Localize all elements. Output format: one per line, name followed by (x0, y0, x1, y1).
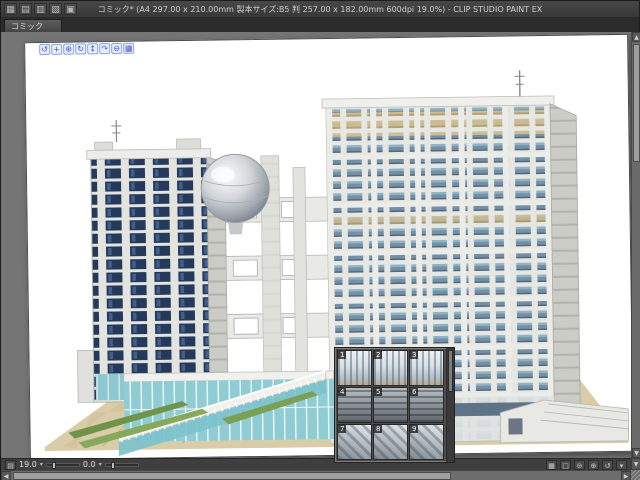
app-window: ▦ ▤ ▥ ▧ ▣ コミック* (A4 297.00 x 210.00mm 製本… (0, 0, 640, 480)
tab-bar: コミック (1, 18, 639, 32)
preset-scrollbar[interactable] (446, 348, 454, 462)
scroll-corner-button[interactable]: ▼ (631, 458, 640, 470)
preset-number: 6 (410, 388, 419, 396)
resize-grip[interactable] (631, 470, 640, 480)
horizontal-scrollbar-thumb[interactable] (13, 472, 451, 480)
preset-thumbnail-3[interactable]: 3 (409, 350, 444, 386)
preset-grid: 1 2 3 4 5 6 7 8 9 (335, 348, 446, 462)
view-options-icon[interactable]: ▾ (616, 459, 627, 470)
titlebar-icon-group: ▦ ▤ ▥ ▧ ▣ (1, 3, 77, 15)
preset-number: 5 (374, 388, 383, 396)
preset-thumbnail-8[interactable]: 8 (373, 424, 408, 460)
zoom-value[interactable]: 19.0 (19, 460, 37, 469)
navigator-icon[interactable]: ▦ (546, 459, 557, 470)
rotate-reset-icon[interactable]: ↺ (602, 459, 613, 470)
tab-comic[interactable]: コミック (4, 19, 62, 32)
titlebar: ▦ ▤ ▥ ▧ ▣ コミック* (A4 297.00 x 210.00mm 製本… (1, 1, 639, 18)
status-bar: ▤ 19.0 ▾ 0.0 ▾ ▦ □ ⊖ ⊕ ↺ ▾ (1, 458, 631, 470)
preset-number: 1 (338, 351, 347, 359)
full-view-icon[interactable]: ▣ (64, 3, 77, 15)
preset-number: 9 (410, 425, 419, 433)
workspace-icon[interactable]: ▤ (19, 3, 32, 15)
preset-thumbnail-7[interactable]: 7 (337, 424, 372, 460)
preset-thumbnail-5[interactable]: 5 (373, 387, 408, 423)
zoom-out-icon[interactable]: ⊖ (574, 459, 585, 470)
vertical-scrollbar[interactable]: ▲ ▼ (631, 32, 640, 458)
preset-number: 3 (410, 351, 419, 359)
rotation-slider[interactable] (104, 461, 139, 469)
left-tower (77, 119, 229, 403)
scroll-left-icon[interactable]: ◀ (1, 471, 11, 480)
horizontal-scrollbar[interactable]: ◀ ▶ (1, 470, 631, 480)
system-menu-icon[interactable]: ▦ (4, 3, 17, 15)
zoom-caret-icon[interactable]: ▾ (40, 461, 43, 468)
preset-thumbnail-9[interactable]: 9 (409, 424, 444, 460)
3d-building-render (44, 70, 630, 456)
preset-scrollbar-thumb[interactable] (448, 350, 453, 392)
tab-comic-label: コミック (11, 21, 43, 31)
page-canvas[interactable]: ↺ + ⊕ ↻ ↕ ↷ ⊖ ▦ (24, 33, 631, 458)
zoom-slider-thumb[interactable] (51, 461, 56, 469)
preset-thumbnail-2[interactable]: 2 (373, 350, 408, 386)
vertical-scrollbar-thumb[interactable] (633, 44, 640, 162)
scroll-up-icon[interactable]: ▲ (632, 32, 640, 42)
preset-thumbnail-4[interactable]: 4 (337, 387, 372, 423)
preset-angle-panel: 1 2 3 4 5 6 7 8 9 (334, 347, 455, 463)
preset-thumbnail-1[interactable]: 1 (337, 350, 372, 386)
tile-windows-icon[interactable]: ▥ (34, 3, 47, 15)
zoom-slider[interactable] (45, 461, 80, 469)
canvas-area[interactable]: ↺ + ⊕ ↻ ↕ ↷ ⊖ ▦ (1, 32, 631, 458)
scroll-right-icon[interactable]: ▶ (621, 471, 631, 480)
rotation-caret-icon[interactable]: ▾ (99, 461, 102, 468)
preset-number: 4 (338, 388, 347, 396)
panel-menu-icon[interactable]: ▤ (5, 459, 16, 470)
window-title: コミック* (A4 297.00 x 210.00mm 製本サイズ:B5 判 2… (97, 4, 543, 14)
preset-number: 2 (374, 351, 383, 359)
scroll-down-icon[interactable]: ▼ (632, 448, 640, 458)
zoom-in-icon[interactable]: ⊕ (588, 459, 599, 470)
rotation-value[interactable]: 0.0 (83, 460, 96, 469)
rotation-slider-thumb[interactable] (110, 461, 115, 469)
preset-number: 8 (374, 425, 383, 433)
preset-thumbnail-6[interactable]: 6 (409, 387, 444, 423)
fit-screen-icon[interactable]: □ (560, 459, 571, 470)
preset-number: 7 (338, 425, 347, 433)
cascade-windows-icon[interactable]: ▧ (49, 3, 62, 15)
